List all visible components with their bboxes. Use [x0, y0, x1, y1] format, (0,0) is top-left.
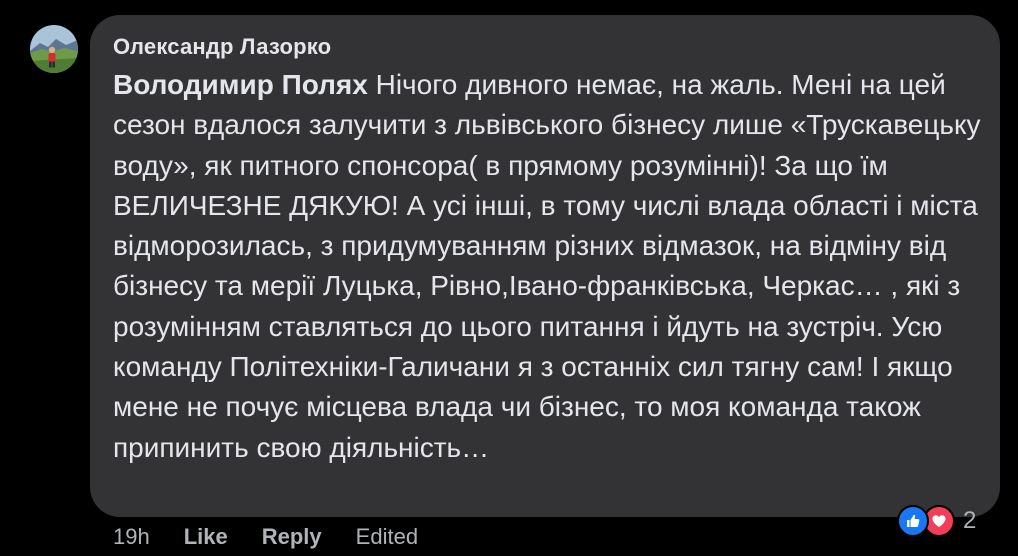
comment-thread: Олександр Лазорко Володимир Полях Нічого…: [0, 0, 1018, 556]
reaction-summary[interactable]: 2: [897, 504, 976, 538]
reply-button[interactable]: Reply: [262, 524, 322, 550]
comment-author[interactable]: Олександр Лазорко: [113, 34, 331, 60]
timestamp[interactable]: 19h: [113, 524, 150, 550]
like-button[interactable]: Like: [184, 524, 228, 550]
like-icon: [897, 505, 929, 537]
comment-bubble: Олександр Лазорко Володимир Полях Нічого…: [90, 15, 1000, 517]
reaction-count: 2: [963, 507, 977, 534]
edited-label: Edited: [355, 524, 419, 549]
comment-body: Володимир Полях Нічого дивного немає, на…: [113, 65, 983, 468]
previous-comment-fragment: [270, 0, 330, 4]
comment-actions: 19h Like Reply Edited: [113, 522, 418, 552]
comment-text: Нічого дивного немає, на жаль. Мені на ц…: [113, 69, 981, 463]
avatar[interactable]: [30, 25, 78, 73]
mention-link[interactable]: Володимир Полях: [113, 69, 368, 100]
avatar-photo: [30, 25, 78, 73]
